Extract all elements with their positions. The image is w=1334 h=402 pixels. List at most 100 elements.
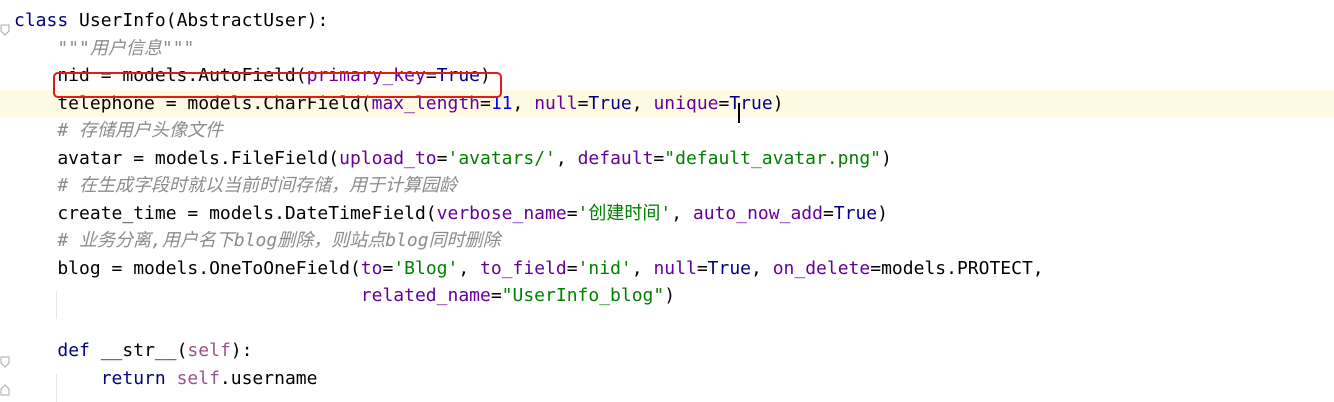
code-token: unique <box>653 92 719 114</box>
code-token: ) <box>881 147 892 169</box>
code-token: nid = models.AutoField( <box>14 65 307 87</box>
code-token: .username <box>219 367 318 389</box>
indent-guide <box>56 291 57 319</box>
code-token: = <box>480 92 491 114</box>
code-token: = <box>653 147 665 169</box>
code-token: null <box>653 257 697 279</box>
code-token: , <box>631 257 654 279</box>
code-line-text: telephone = models.CharField(max_length=… <box>14 90 784 118</box>
code-line[interactable]: # 在生成字段时就以当前时间存储，用于计算园龄 <box>0 172 1334 200</box>
code-token: on_delete <box>772 257 871 279</box>
code-token: = <box>382 257 394 279</box>
code-token: ( <box>176 340 188 362</box>
code-line[interactable]: telephone = models.CharField(max_length=… <box>0 89 1334 118</box>
code-token: null <box>534 92 578 114</box>
code-line[interactable]: class UserInfo(AbstractUser): <box>0 7 1334 35</box>
code-line-text: # 存储用户头像文件 <box>14 117 223 145</box>
code-token: , <box>512 92 535 114</box>
code-token: True <box>588 92 632 114</box>
code-token: return <box>100 367 177 389</box>
code-token: = <box>696 257 708 279</box>
code-line[interactable]: avatar = models.FileField(upload_to='ava… <box>0 145 1334 173</box>
code-token: "default_avatar.png" <box>664 147 882 169</box>
code-line-text: return self.username <box>14 365 318 393</box>
code-line-text: """用户信息""" <box>14 35 194 63</box>
code-token: self <box>187 340 231 362</box>
code-token: class <box>14 10 80 32</box>
code-line-text: nid = models.AutoField(primary_key=True) <box>14 62 491 90</box>
indent-guide <box>56 374 57 402</box>
code-token: blog = models.OneToOneField( <box>14 257 361 279</box>
code-token: 'avatars/' <box>447 147 556 169</box>
text-caret <box>738 103 740 123</box>
code-token: , <box>458 257 481 279</box>
code-editor[interactable]: class UserInfo(AbstractUser): """用户信息"""… <box>0 0 1334 402</box>
code-token: = <box>566 202 578 224</box>
code-token: __str__ <box>100 340 177 362</box>
code-token: telephone = models.CharField( <box>14 92 372 114</box>
code-token: """用户信息""" <box>57 37 195 59</box>
code-line-text: blog = models.OneToOneField(to='Blog', t… <box>14 255 1044 283</box>
code-line[interactable]: related_name="UserInfo_blog") <box>0 282 1334 310</box>
code-token: UserInfo(AbstractUser): <box>79 10 329 32</box>
code-token: True <box>436 65 481 87</box>
code-line-text: avatar = models.FileField(upload_to='ava… <box>14 145 892 173</box>
code-token: create_time = models.DateTimeField( <box>14 202 437 224</box>
code-token: = <box>870 257 882 279</box>
code-token: ) <box>480 65 491 87</box>
code-token: ) <box>664 285 676 307</box>
code-token: = <box>566 257 578 279</box>
code-token: to_field <box>480 257 567 279</box>
code-line[interactable] <box>0 310 1334 338</box>
code-token: verbose_name <box>436 202 567 224</box>
code-token: '创建时间' <box>577 202 672 224</box>
code-token: = <box>718 92 730 114</box>
code-line[interactable]: """用户信息""" <box>0 35 1334 63</box>
code-line-text: class UserInfo(AbstractUser): <box>14 7 328 35</box>
code-line[interactable]: def __str__(self): <box>0 337 1334 365</box>
code-line-text: related_name="UserInfo_blog") <box>14 282 675 310</box>
code-token: , <box>671 202 693 224</box>
code-line[interactable]: # 业务分离,用户名下blog删除，则站点blog同时删除 <box>0 227 1334 255</box>
code-line-text: # 在生成字段时就以当前时间存储，用于计算园龄 <box>14 172 457 200</box>
code-token: = <box>436 147 448 169</box>
code-line[interactable]: create_time = models.DateTimeField(verbo… <box>0 200 1334 228</box>
code-line[interactable]: # 存储用户头像文件 <box>0 117 1334 145</box>
code-token: , <box>751 257 773 279</box>
code-token: default <box>577 147 654 169</box>
code-token: ): <box>230 340 253 362</box>
code-token: ) <box>772 92 784 114</box>
code-line[interactable]: nid = models.AutoField(primary_key=True) <box>0 62 1334 90</box>
code-line-text: create_time = models.DateTimeField(verbo… <box>14 200 888 228</box>
code-token: True <box>833 202 878 224</box>
code-token: "UserInfo_blog" <box>501 285 665 307</box>
code-token: max_length <box>371 92 480 114</box>
code-token: # 存储用户头像文件 <box>57 120 224 142</box>
code-token: 11 <box>490 92 513 114</box>
code-token: = <box>577 92 589 114</box>
code-token: avatar = models.FileField( <box>14 147 340 169</box>
code-line-text: # 业务分离,用户名下blog删除，则站点blog同时删除 <box>14 227 500 255</box>
code-token: True <box>707 257 752 279</box>
code-token: = <box>425 65 437 87</box>
code-token: models.PROTECT, <box>881 257 1044 279</box>
code-line[interactable]: return self.username <box>0 365 1334 393</box>
code-token: = <box>490 285 502 307</box>
code-token: , <box>631 92 654 114</box>
code-token: primary_key <box>306 65 426 87</box>
code-token: # 在生成字段时就以当前时间存储，用于计算园龄 <box>57 175 458 197</box>
code-token: 'Blog' <box>393 257 459 279</box>
code-token: , <box>555 147 578 169</box>
code-line[interactable]: blog = models.OneToOneField(to='Blog', t… <box>0 255 1334 283</box>
code-token: upload_to <box>339 147 437 169</box>
code-token: to <box>360 257 383 279</box>
code-line-text: def __str__(self): <box>14 337 252 365</box>
code-token: self <box>176 367 220 389</box>
code-token: related_name <box>360 285 491 307</box>
